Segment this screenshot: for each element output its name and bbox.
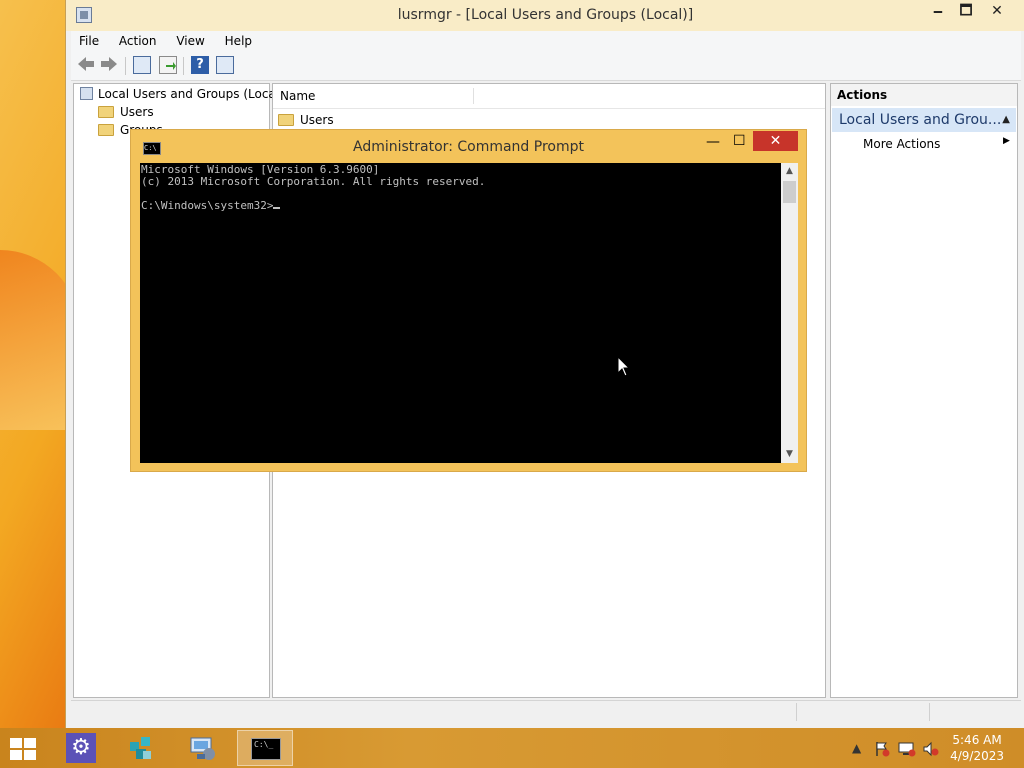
cmd-minimize-button[interactable]: — — [706, 134, 720, 150]
taskbar-computer-management[interactable] — [175, 730, 231, 766]
clock-time: 5:46 AM — [952, 733, 1002, 747]
command-prompt-window[interactable]: C:\ Administrator: Command Prompt — ☐ ✕ … — [130, 129, 807, 472]
back-arrow-icon[interactable] — [76, 56, 96, 76]
volume-muted-icon[interactable] — [922, 741, 940, 760]
status-divider — [929, 703, 930, 721]
toolbar: ? — [71, 52, 1021, 81]
menu-view[interactable]: View — [168, 31, 212, 52]
tree-item-label: Users — [120, 105, 154, 119]
toolbar-separator — [183, 57, 184, 75]
scroll-thumb[interactable] — [783, 181, 796, 203]
window-titlebar[interactable]: lusrmgr - [Local Users and Groups (Local… — [66, 0, 1024, 31]
forward-arrow-icon[interactable] — [99, 56, 119, 76]
console-prompt: C:\Windows\system32> — [141, 199, 274, 212]
cmd-title: Administrator: Command Prompt — [353, 139, 584, 155]
collapse-triangle-icon[interactable]: ▲ — [1002, 108, 1010, 132]
actions-section-header[interactable]: Local Users and Grou... ▲ — [832, 108, 1016, 132]
folder-icon — [278, 113, 294, 126]
toolbar-separator — [125, 57, 126, 75]
console-prompt-line: C:\Windows\system32> — [141, 200, 781, 212]
settings-icon: ⚙ — [66, 733, 96, 763]
start-button[interactable] — [10, 738, 38, 760]
network-setup-icon — [127, 734, 155, 762]
status-divider — [796, 703, 797, 721]
show-hidden-icons-icon[interactable]: ▲ — [852, 741, 861, 755]
status-bar — [71, 700, 1021, 723]
list-header: Name — [273, 84, 825, 109]
actions-section-label: Local Users and Grou... — [839, 112, 1002, 128]
menu-action[interactable]: Action — [111, 31, 165, 52]
column-divider[interactable] — [473, 88, 474, 104]
folder-icon — [98, 123, 114, 136]
taskbar-settings[interactable]: ⚙ — [52, 730, 108, 766]
scroll-up-icon[interactable]: ▲ — [781, 163, 798, 180]
folder-icon — [98, 105, 114, 118]
console-line: (c) 2013 Microsoft Corporation. All righ… — [141, 175, 486, 188]
console-scrollbar[interactable]: ▲ ▼ — [781, 163, 798, 463]
export-list-icon[interactable] — [159, 56, 177, 74]
menu-bar: File Action View Help — [71, 31, 1021, 52]
menu-help[interactable]: Help — [217, 31, 260, 52]
submenu-arrow-icon: ▶ — [1003, 136, 1010, 146]
help-icon[interactable]: ? — [191, 56, 209, 74]
taskbar: ⚙ C:\_ ▲ 5:46 AM 4/9/2023 — [0, 728, 1024, 768]
list-item-label: Users — [300, 113, 334, 127]
actions-pane: Actions Local Users and Grou... ▲ More A… — [830, 83, 1018, 698]
more-actions-item[interactable]: More Actions — [863, 135, 940, 153]
scroll-down-icon[interactable]: ▼ — [781, 446, 798, 463]
show-hide-action-pane-icon[interactable] — [216, 56, 234, 74]
window-title: lusrmgr - [Local Users and Groups (Local… — [397, 7, 694, 23]
show-hide-tree-icon[interactable] — [133, 56, 151, 74]
network-icon[interactable] — [898, 741, 916, 760]
actions-header: Actions — [831, 84, 1017, 106]
menu-file[interactable]: File — [71, 31, 107, 52]
list-item[interactable]: Users — [278, 111, 334, 129]
local-users-groups-icon — [80, 87, 93, 100]
close-button[interactable]: ✕ — [979, 0, 1015, 24]
console-output[interactable]: Microsoft Windows [Version 6.3.9600] (c) … — [140, 163, 781, 463]
mouse-pointer-icon — [617, 355, 631, 381]
cmd-maximize-button[interactable]: ☐ — [733, 133, 747, 149]
taskbar-clock[interactable]: 5:46 AM 4/9/2023 — [950, 732, 1004, 764]
maximize-button[interactable]: 🗖 — [951, 0, 981, 24]
minimize-button[interactable]: 🗕 — [923, 0, 953, 24]
tree-root[interactable]: Local Users and Groups (Local) — [80, 85, 284, 103]
taskbar-command-prompt[interactable]: C:\_ — [237, 730, 293, 766]
computer-management-icon — [189, 734, 217, 762]
tree-item-users[interactable]: Users — [98, 103, 154, 121]
command-prompt-icon: C:\_ — [251, 738, 281, 760]
clock-date: 4/9/2023 — [950, 749, 1004, 763]
cmd-close-button[interactable]: ✕ — [753, 131, 798, 151]
tree-root-label: Local Users and Groups (Local) — [98, 87, 284, 101]
column-header-name[interactable]: Name — [280, 89, 315, 103]
taskbar-network-setup[interactable] — [113, 730, 169, 766]
text-cursor — [273, 207, 281, 209]
action-center-icon[interactable] — [874, 741, 890, 760]
